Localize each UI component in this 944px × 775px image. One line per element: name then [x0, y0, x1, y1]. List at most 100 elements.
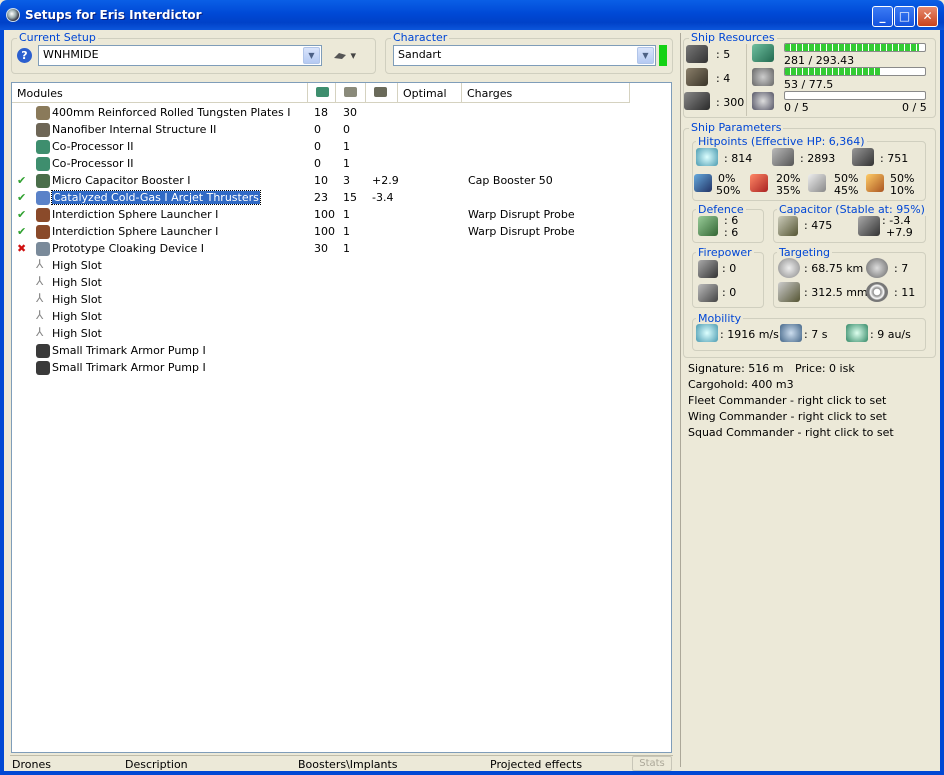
hitpoints-caption: Hitpoints (Effective HP: 6,364): [696, 135, 867, 148]
module-row[interactable]: ✔ Micro Capacitor Booster I 10 3 +2.9 Cap Boo…: [12, 172, 671, 189]
online-check-icon[interactable]: ✔: [17, 208, 26, 221]
empty-slot-row[interactable]: ⅄ High Slot: [12, 257, 671, 274]
module-powergrid: 1: [343, 242, 350, 255]
tab-description[interactable]: Description: [125, 758, 188, 771]
empty-slot-icon: ⅄: [36, 274, 44, 288]
module-row[interactable]: ✔ Interdiction Sphere Launcher I 100 1 Warp …: [12, 206, 671, 223]
cpu-text: 281 / 293.43: [784, 54, 855, 67]
module-name: 400mm Reinforced Rolled Tungsten Plates …: [52, 106, 291, 119]
max-velocity: : 1916 m/s: [720, 328, 779, 341]
sensor-strength-icon: [866, 282, 888, 302]
column-header-modules[interactable]: Modules: [12, 83, 308, 103]
online-check-icon[interactable]: ✔: [17, 225, 26, 238]
powergrid-bar-fill: [785, 68, 881, 75]
column-header-powergrid[interactable]: [336, 83, 366, 103]
module-name: Nanofiber Internal Structure II: [52, 123, 217, 136]
module-name: High Slot: [52, 293, 102, 306]
capacitor-recharge-icon: [858, 216, 880, 236]
drone-bandwidth-bar: [784, 91, 926, 100]
close-button[interactable]: ✕: [917, 6, 938, 27]
module-capacitor: +2.9: [372, 174, 399, 187]
module-cpu: 100: [314, 208, 335, 221]
defence-line2: : 6: [724, 226, 739, 239]
module-row[interactable]: Co-Processor II 0 1: [12, 155, 671, 172]
module-icon: [36, 361, 50, 375]
target-range: : 68.75 km: [804, 262, 864, 275]
column-header-cpu[interactable]: [308, 83, 336, 103]
module-row[interactable]: ✔ Interdiction Sphere Launcher I 100 1 Warp …: [12, 223, 671, 240]
empty-slot-row[interactable]: ⅄ High Slot: [12, 308, 671, 325]
cpu-icon: [752, 44, 774, 62]
module-name: High Slot: [52, 259, 102, 272]
module-row[interactable]: Nanofiber Internal Structure II 0 0: [12, 121, 671, 138]
module-row[interactable]: Small Trimark Armor Pump I: [12, 342, 671, 359]
max-targets-icon: [866, 258, 888, 278]
module-powergrid: 1: [343, 208, 350, 221]
tab-drones[interactable]: Drones: [12, 758, 51, 771]
empty-slot-row[interactable]: ⅄ High Slot: [12, 291, 671, 308]
drone-bandwidth-icon: [752, 92, 774, 110]
squad-commander[interactable]: Squad Commander - right click to set: [688, 426, 894, 439]
signature-text: Signature: 516 m: [688, 362, 784, 375]
module-row[interactable]: Co-Processor II 0 1: [12, 138, 671, 155]
column-header-modules-label: Modules: [17, 87, 63, 100]
module-powergrid: 30: [343, 106, 357, 119]
module-charge: Cap Booster 50: [468, 174, 553, 187]
module-name: Small Trimark Armor Pump I: [52, 361, 206, 374]
empty-slot-row[interactable]: ⅄ High Slot: [12, 325, 671, 342]
explosive-resist-icon: [866, 174, 884, 192]
current-setup-caption: Current Setup: [17, 31, 98, 44]
capacitor-delta2: +7.9: [886, 226, 913, 239]
armor-hp: : 2893: [800, 152, 836, 165]
column-header-capacitor[interactable]: [366, 83, 398, 103]
stats-button[interactable]: Stats: [632, 756, 672, 771]
powergrid-icon: [344, 87, 357, 97]
fleet-commander[interactable]: Fleet Commander - right click to set: [688, 394, 886, 407]
tab-boosters-implants[interactable]: Boosters\Implants: [298, 758, 398, 771]
align-time: : 7 s: [804, 328, 828, 341]
minimize-button[interactable]: _: [872, 6, 893, 27]
module-row[interactable]: 400mm Reinforced Rolled Tungsten Plates …: [12, 104, 671, 121]
offline-icon[interactable]: ✖: [17, 242, 26, 255]
module-cpu: 100: [314, 225, 335, 238]
module-cpu: 18: [314, 106, 328, 119]
chevron-down-icon[interactable]: ▼: [637, 47, 654, 64]
thermal-resist-icon: [750, 174, 768, 192]
column-header-optimal[interactable]: Optimal: [398, 83, 462, 103]
turret-hardpoints: : 5: [716, 48, 731, 61]
chevron-down-icon[interactable]: ▼: [303, 47, 320, 64]
module-row[interactable]: ✔ Catalyzed Cold-Gas I Arcjet Thrusters 23…: [12, 189, 671, 206]
module-name: Co-Processor II: [52, 140, 134, 153]
column-header-charges[interactable]: Charges: [462, 83, 630, 103]
maximize-button[interactable]: □: [894, 6, 915, 27]
module-cpu: 10: [314, 174, 328, 187]
powergrid-icon: [752, 68, 774, 86]
launcher-hardpoints: : 4: [716, 72, 731, 85]
character-dropdown[interactable]: Sandart ▼: [393, 45, 656, 66]
help-icon[interactable]: ?: [17, 48, 32, 63]
module-row[interactable]: ✖ Prototype Cloaking Device I 30 1: [12, 240, 671, 257]
turret-hardpoint-icon: [686, 45, 708, 63]
app-icon: [6, 8, 20, 22]
module-powergrid: 1: [343, 225, 350, 238]
ship-menu-arrow: ▾: [350, 49, 357, 62]
modules-list[interactable]: Modules Optimal Charges 400mm Reinforced…: [11, 82, 672, 753]
title-bar[interactable]: Setups for Eris Interdictor _ □ ✕: [0, 0, 944, 30]
structure-icon: [852, 148, 874, 166]
module-charge: Warp Disrupt Probe: [468, 225, 575, 238]
tab-projected-effects[interactable]: Projected effects: [490, 758, 582, 771]
ship-menu-button[interactable]: ▾: [333, 49, 363, 65]
online-check-icon[interactable]: ✔: [17, 174, 26, 187]
online-check-icon[interactable]: ✔: [17, 191, 26, 204]
empty-slot-row[interactable]: ⅄ High Slot: [12, 274, 671, 291]
drone-bay-left: 0 / 5: [784, 101, 809, 114]
setup-dropdown[interactable]: WNHMIDE ▼: [38, 45, 322, 66]
firepower-line2: : 0: [722, 286, 737, 299]
drone-bay-right: 0 / 5: [902, 101, 927, 114]
module-row[interactable]: Small Trimark Armor Pump I: [12, 359, 671, 376]
module-powergrid: 1: [343, 140, 350, 153]
module-name: Co-Processor II: [52, 157, 134, 170]
module-icon: [36, 174, 50, 188]
calibration-value: : 300: [716, 96, 745, 109]
wing-commander[interactable]: Wing Commander - right click to set: [688, 410, 887, 423]
